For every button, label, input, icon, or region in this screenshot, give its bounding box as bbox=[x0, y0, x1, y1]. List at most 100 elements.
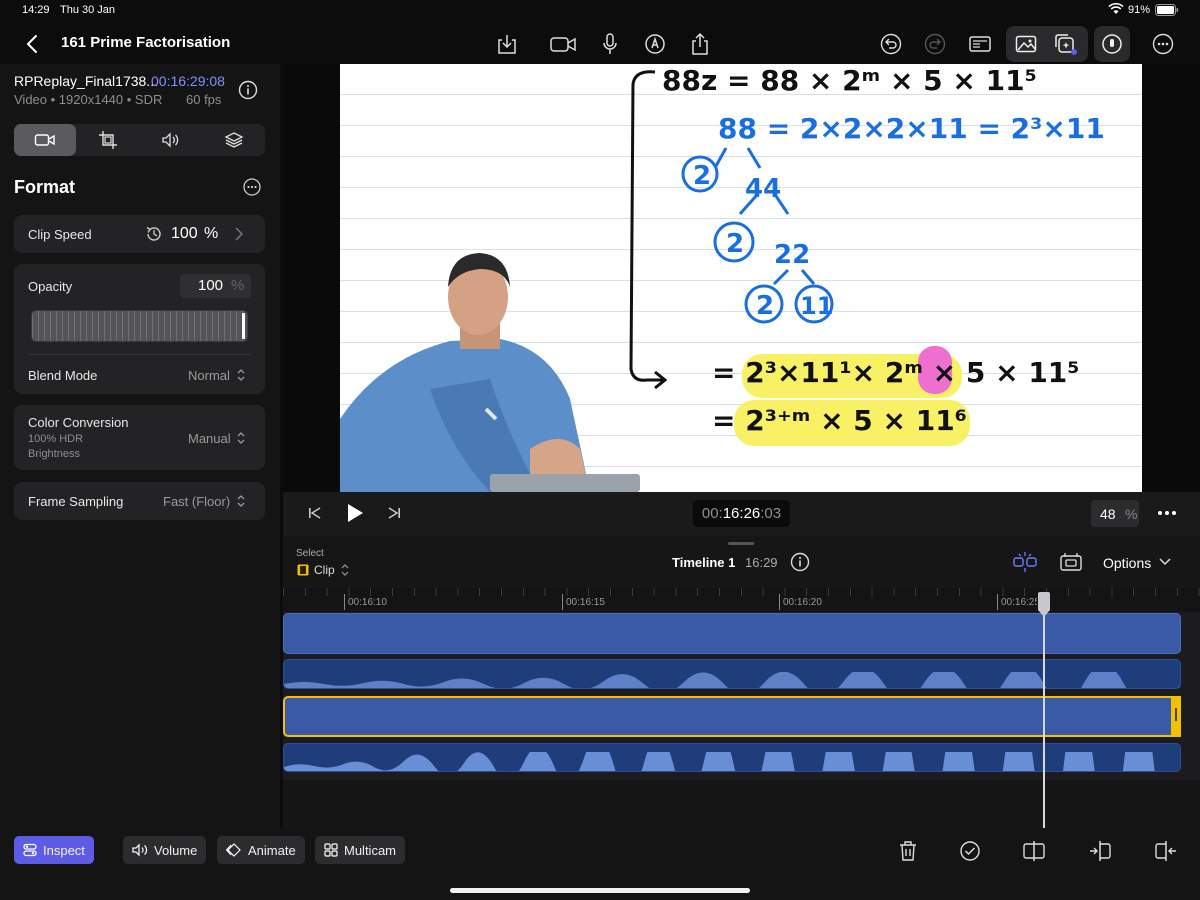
opacity-unit: % bbox=[231, 277, 245, 294]
inspect-icon bbox=[23, 843, 37, 857]
project-title: 161 Prime Factorisation bbox=[61, 34, 231, 51]
tab-layers[interactable] bbox=[203, 124, 265, 156]
status-bar: 14:29 Thu 30 Jan 91% bbox=[0, 0, 1200, 22]
opacity-slider-fill bbox=[32, 311, 247, 341]
inspector-layout-icon[interactable] bbox=[966, 30, 994, 58]
back-icon[interactable] bbox=[18, 30, 46, 58]
volume-label: Volume bbox=[154, 842, 198, 858]
shield-icon[interactable] bbox=[1098, 30, 1126, 58]
camera-icon[interactable] bbox=[548, 30, 578, 58]
presenter-overlay bbox=[340, 253, 640, 492]
color-conversion-card[interactable]: Color Conversion 100% HDR Brightness Man… bbox=[14, 405, 265, 470]
resize-grabber[interactable] bbox=[728, 542, 754, 545]
share-icon[interactable] bbox=[686, 30, 714, 58]
timecode-main: 16:26 bbox=[722, 505, 761, 522]
math-line-1: 88z = 88 × 2ᵐ × 5 × 11⁵ bbox=[662, 64, 1037, 97]
ruler-label: 00:16:15 bbox=[566, 597, 605, 608]
video-frame: 88z = 88 × 2ᵐ × 5 × 11⁵ 88 = 2×2×2×11 = … bbox=[340, 64, 1142, 492]
color-conversion-sub1: 100% HDR bbox=[28, 433, 84, 445]
leaf-11: 11 bbox=[800, 292, 833, 320]
animate-button[interactable]: Animate bbox=[217, 836, 305, 864]
viewer-more-icon[interactable] bbox=[1157, 506, 1177, 520]
info-icon[interactable] bbox=[238, 80, 258, 100]
blend-mode-value[interactable]: Normal bbox=[188, 368, 230, 383]
tree-node-44: 44 bbox=[745, 174, 782, 204]
frame-sampling-label: Frame Sampling bbox=[28, 494, 124, 509]
opacity-field[interactable]: 100 % bbox=[180, 274, 251, 298]
updown-chevron-icon bbox=[236, 431, 246, 445]
checkmark-circle-icon[interactable] bbox=[957, 838, 983, 864]
section-more-icon[interactable] bbox=[242, 177, 262, 197]
volume-button[interactable]: Volume bbox=[123, 836, 207, 864]
select-mode-value[interactable]: Clip bbox=[314, 563, 335, 577]
redo-icon[interactable] bbox=[921, 30, 949, 58]
trim-end-icon[interactable] bbox=[1153, 838, 1179, 864]
timeline-duration: 16:29 bbox=[745, 555, 778, 570]
inspect-button[interactable]: Inspect bbox=[14, 836, 94, 864]
battery-icon bbox=[1155, 4, 1179, 16]
timeline-ruler[interactable]: 00:16:10 00:16:15 00:16:20 00:16:25 bbox=[283, 588, 1200, 612]
ruler-label: 00:16:10 bbox=[348, 597, 387, 608]
video-viewer[interactable]: 88z = 88 × 2ᵐ × 5 × 11⁵ 88 = 2×2×2×11 = … bbox=[283, 64, 1200, 492]
opacity-value: 100 bbox=[198, 277, 224, 294]
speaker-icon bbox=[132, 843, 148, 857]
chevron-down-icon bbox=[1159, 558, 1171, 566]
photos-browser-icon[interactable] bbox=[1012, 30, 1040, 58]
split-clip-icon[interactable] bbox=[1021, 838, 1047, 864]
keyframe-icon bbox=[226, 843, 241, 857]
trash-icon[interactable] bbox=[895, 838, 921, 864]
skip-forward-icon[interactable] bbox=[387, 506, 401, 520]
microphone-icon[interactable] bbox=[596, 30, 624, 58]
zoom-unit: % bbox=[1125, 506, 1138, 522]
section-title: Format bbox=[14, 177, 76, 197]
blend-mode-label: Blend Mode bbox=[28, 368, 98, 383]
divider bbox=[28, 354, 251, 355]
timeline-tracks bbox=[283, 612, 1200, 828]
timeline-info-icon[interactable] bbox=[790, 552, 810, 572]
play-icon[interactable] bbox=[345, 502, 365, 524]
timecode-display[interactable]: 00: 16:26:03 bbox=[693, 500, 790, 527]
clip-speed-row[interactable]: Clip Speed 100 % bbox=[14, 215, 265, 253]
frame-sampling-value: Fast (Floor) bbox=[163, 494, 231, 509]
options-button[interactable]: Options bbox=[1103, 555, 1151, 571]
zoom-value: 48 bbox=[1100, 506, 1116, 522]
playhead-line bbox=[1043, 616, 1046, 828]
trim-start-icon[interactable] bbox=[1087, 838, 1113, 864]
tab-audio[interactable] bbox=[140, 124, 202, 156]
snapping-icon[interactable] bbox=[1011, 552, 1039, 572]
chevron-right-icon bbox=[234, 227, 244, 241]
multicam-button[interactable]: Multicam bbox=[315, 836, 406, 864]
battery-percent: 91% bbox=[1128, 4, 1151, 16]
ruler-major-tick bbox=[344, 594, 345, 610]
import-icon[interactable] bbox=[493, 30, 521, 58]
inspect-label: Inspect bbox=[43, 842, 85, 858]
math-line-2: 88 = 2×2×2×11 = 2³×11 bbox=[718, 112, 1105, 145]
timeline-view-icon[interactable] bbox=[1059, 552, 1083, 572]
ruler-label: 00:16:20 bbox=[783, 597, 822, 608]
pencil-markup-icon[interactable] bbox=[641, 30, 669, 58]
empty-track-area bbox=[283, 780, 1200, 828]
color-conversion-value: Manual bbox=[188, 431, 231, 446]
more-options-icon[interactable] bbox=[1149, 30, 1177, 58]
clip-fps: 60 fps bbox=[186, 92, 222, 107]
opacity-slider-handle[interactable] bbox=[242, 313, 245, 339]
opacity-slider[interactable] bbox=[31, 310, 248, 342]
ruler-label: 00:16:25 bbox=[1001, 597, 1037, 608]
playhead[interactable] bbox=[1037, 592, 1051, 828]
select-label: Select bbox=[296, 548, 324, 559]
effects-browser-icon[interactable] bbox=[1052, 30, 1080, 58]
opacity-card: Opacity 100 % Blend Mode Normal bbox=[14, 264, 265, 394]
tab-crop[interactable] bbox=[77, 124, 139, 156]
timecode-hours: 00: bbox=[701, 505, 723, 522]
transport-bar: 00: 16:26:03 48 % bbox=[283, 492, 1200, 536]
frame-sampling-row[interactable]: Frame Sampling Fast (Floor) bbox=[14, 482, 265, 520]
undo-icon[interactable] bbox=[877, 30, 905, 58]
skip-back-icon[interactable] bbox=[308, 506, 322, 520]
zoom-field[interactable]: 48 % bbox=[1091, 500, 1139, 527]
clip-trim-handle[interactable] bbox=[1171, 696, 1181, 737]
bottom-toolbar: Inspect Volume Animate Multicam bbox=[0, 828, 1200, 900]
tab-video[interactable] bbox=[14, 124, 76, 156]
speed-reset-icon[interactable] bbox=[145, 225, 163, 243]
timeline-header: Select Clip Timeline 1 16:29 Options bbox=[283, 536, 1200, 588]
color-conversion-label: Color Conversion bbox=[28, 415, 129, 430]
